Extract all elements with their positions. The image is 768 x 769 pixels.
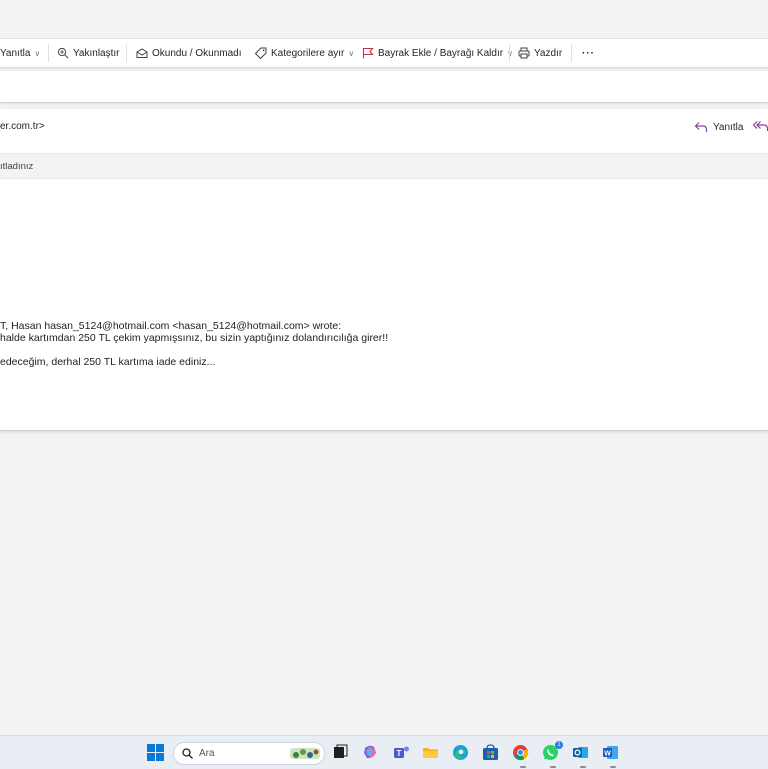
edge-browser-icon[interactable] (452, 744, 469, 761)
quote-line-2: edeceğim, derhal 250 TL kartıma iade edi… (0, 356, 216, 368)
zoom-label: Yakınlaştır (73, 47, 120, 59)
read-unread-button[interactable]: Okundu / Okunmadı (136, 39, 242, 67)
windows-start-icon[interactable] (147, 744, 164, 761)
reply-dropdown-button[interactable]: Yanıtla ∨ (0, 39, 40, 67)
toolbar-divider (509, 44, 510, 62)
chrome-icon[interactable] (512, 744, 529, 761)
svg-text:W: W (604, 751, 611, 758)
toolbar-divider (126, 44, 127, 62)
outlook-icon[interactable] (572, 744, 589, 761)
chevron-down-icon[interactable]: ∨ (348, 49, 354, 58)
categorize-label: Kategorilere ayır (271, 47, 345, 59)
categorize-button[interactable]: Kategorilere ayır ∨ (255, 39, 354, 67)
reply-button-label: Yanıtla (713, 121, 744, 133)
reply-info-bar: ıtladınız (0, 153, 768, 179)
reply-all-icon[interactable] (752, 120, 768, 132)
teams-icon[interactable]: T (393, 744, 410, 761)
file-explorer-icon[interactable] (422, 744, 439, 761)
sender-address: er.com.tr> (0, 121, 45, 132)
search-placeholder: Ara (199, 748, 215, 759)
flag-button[interactable]: Bayrak Ekle / Bayrağı Kaldır ∨ (362, 39, 513, 67)
print-button[interactable]: Yazdır (518, 39, 562, 67)
command-toolbar: Yanıtla ∨ Yakınlaştır Okundu / Okunmadı … (0, 38, 768, 68)
chevron-down-icon[interactable]: ∨ (34, 49, 40, 58)
more-icon: ··· (582, 47, 595, 59)
tag-icon (255, 47, 267, 59)
subject-strip (0, 71, 768, 103)
svg-text:T: T (397, 749, 402, 758)
reading-pane: er.com.tr> Yanıtla ıtladınız T, Hasan ha… (0, 109, 768, 431)
envelope-open-icon (136, 48, 148, 58)
microsoft-store-icon[interactable] (482, 744, 499, 761)
search-icon (182, 748, 193, 759)
read-unread-label: Okundu / Okunmadı (152, 47, 242, 59)
reply-arrow-icon (694, 122, 708, 132)
taskbar-search[interactable]: Ara (173, 742, 325, 765)
printer-icon (518, 47, 530, 59)
zoom-button[interactable]: Yakınlaştır (57, 39, 120, 67)
toolbar-divider (48, 44, 49, 62)
task-view-icon[interactable] (332, 744, 349, 761)
toolbar-divider (571, 44, 572, 62)
quote-header: T, Hasan hasan_5124@hotmail.com <hasan_5… (0, 320, 342, 332)
print-label: Yazdır (534, 47, 563, 59)
quote-line-1: halde kartımdan 250 TL çekim yapmışsınız… (0, 332, 389, 344)
search-highlight-icon (290, 748, 320, 759)
word-icon[interactable]: W (602, 744, 619, 761)
more-actions-button[interactable]: ··· (582, 39, 595, 67)
reply-info-text: ıtladınız (0, 160, 34, 172)
reply-button[interactable]: Yanıtla (694, 119, 743, 135)
zoom-in-icon (57, 47, 69, 59)
notification-badge: 1 (555, 741, 563, 749)
copilot-icon[interactable] (362, 744, 379, 761)
flag-icon (362, 47, 374, 59)
reply-label: Yanıtla (0, 47, 31, 59)
flag-label: Bayrak Ekle / Bayrağı Kaldır (378, 47, 504, 59)
taskbar: Ara T 1 W (0, 735, 768, 769)
